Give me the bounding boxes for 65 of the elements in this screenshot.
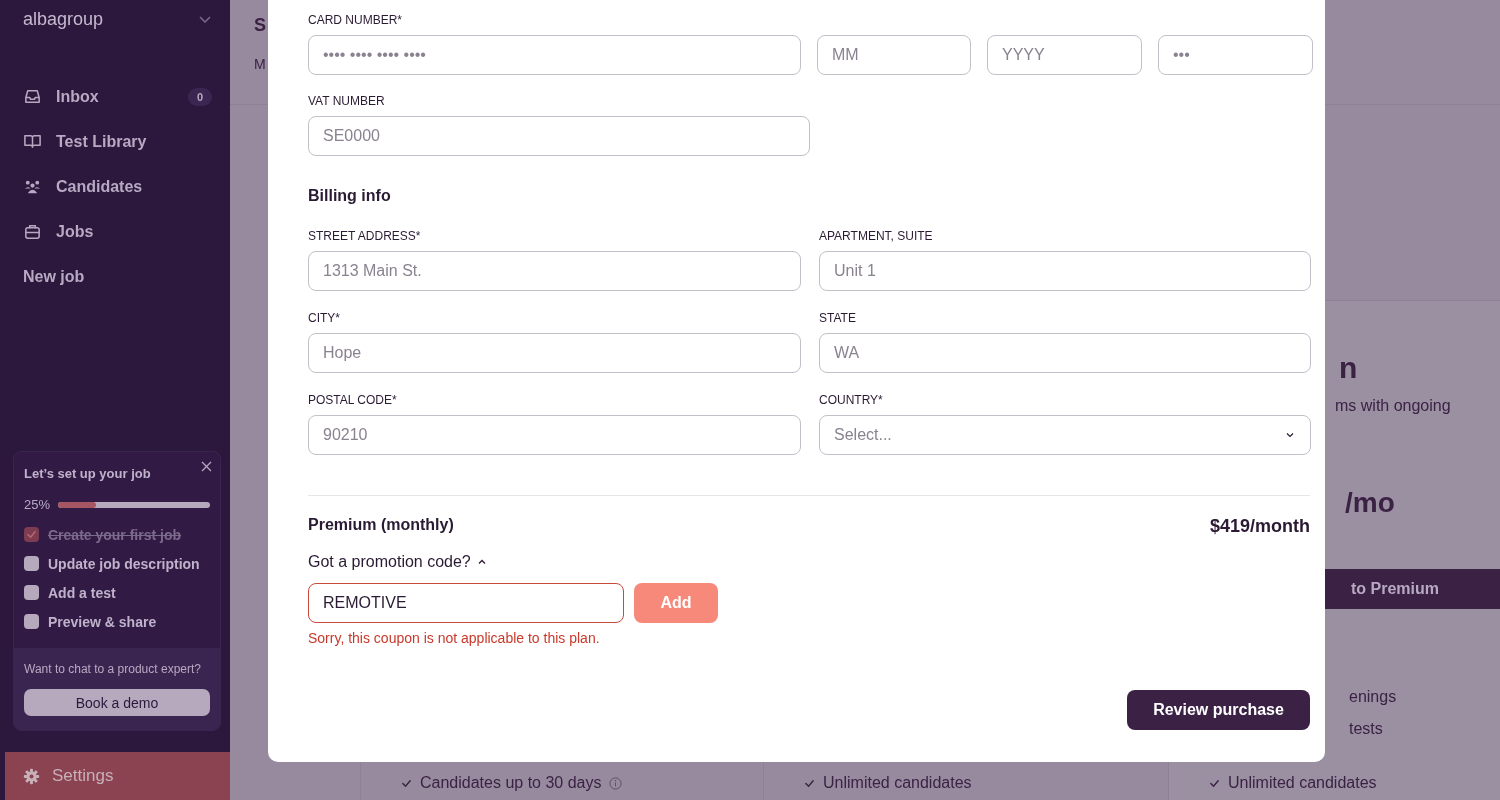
close-icon[interactable]: [201, 461, 212, 472]
nav-item[interactable]: Inbox 0: [0, 74, 230, 119]
check-icon: [26, 529, 37, 540]
nav-item[interactable]: Jobs: [0, 209, 230, 254]
error-message: Sorry, this coupon is not applicable to this plan.: [308, 630, 601, 646]
checkbox[interactable]: [24, 556, 39, 571]
field-label: STATE: [819, 311, 857, 325]
task-label: Update job description: [48, 555, 200, 572]
field-label: CITY*: [308, 311, 341, 325]
input-field[interactable]: MM: [817, 35, 971, 75]
field-label: VAT NUMBER: [308, 94, 386, 108]
upgrade-button[interactable]: to Premium: [1324, 569, 1500, 609]
gear-icon: [23, 767, 40, 785]
workspace-name[interactable]: albagroup: [23, 8, 104, 30]
input-field[interactable]: 1313 Main St.: [308, 251, 801, 291]
checkbox[interactable]: [24, 614, 39, 629]
plan-description: ms with ongoing: [1335, 397, 1452, 415]
caret-up-icon: [476, 557, 487, 567]
checkbox[interactable]: [24, 585, 39, 600]
briefcase-icon: [23, 222, 42, 241]
plan-feature: Unlimited candidates: [1228, 774, 1377, 792]
field-label: CARD NUMBER*: [308, 13, 403, 27]
review-purchase-button[interactable]: Review purchase: [1127, 690, 1310, 730]
section-title: Billing info: [308, 187, 392, 205]
task-label: Preview & share: [48, 613, 157, 630]
plan-feature: Unlimited candidates: [823, 774, 972, 792]
input-field[interactable]: 90210: [308, 415, 801, 455]
plan-name: Premium (monthly): [308, 515, 454, 534]
progress-percent: 25%: [24, 497, 51, 512]
nav-item[interactable]: New job: [0, 254, 230, 299]
country-select[interactable]: Select...: [819, 415, 1311, 455]
input-field[interactable]: WA: [819, 333, 1311, 373]
input-field[interactable]: •••: [1158, 35, 1313, 75]
plan-feature: enings: [1349, 688, 1398, 706]
input-field[interactable]: YYYY: [987, 35, 1142, 75]
task-label: Add a test: [48, 584, 116, 601]
input-field[interactable]: Unit 1: [819, 251, 1311, 291]
count-badge: 0: [187, 87, 212, 106]
setup-title: Let’s set up your job: [24, 466, 152, 481]
input-field[interactable]: SE0000: [308, 116, 810, 156]
inbox-icon: [23, 87, 42, 106]
page-title: S: [254, 15, 266, 36]
page-tab[interactable]: M: [254, 56, 266, 72]
check-icon: [1209, 777, 1220, 789]
plan-price: $419/month: [1209, 516, 1310, 537]
input-field[interactable]: Hope: [308, 333, 801, 373]
plan-feature: tests: [1349, 720, 1384, 738]
plan-heading: n: [1339, 351, 1359, 385]
check-icon: [804, 777, 815, 789]
plan-price: /mo: [1345, 487, 1396, 519]
field-label: POSTAL CODE*: [308, 393, 398, 407]
promo-toggle[interactable]: Got a promotion code?: [308, 553, 487, 571]
nav-item[interactable]: Candidates: [0, 164, 230, 209]
task-label: Create your first job: [48, 526, 182, 543]
check-icon: [401, 777, 412, 789]
nav-item[interactable]: Test Library: [0, 119, 230, 164]
input-field[interactable]: •••• •••• •••• ••••: [308, 35, 801, 75]
checkbox[interactable]: [24, 527, 39, 542]
field-label: STREET ADDRESS*: [308, 229, 422, 243]
field-label: COUNTRY*: [819, 393, 884, 407]
book-demo-button[interactable]: Book a demo: [24, 689, 210, 716]
field-label: APARTMENT, SUITE: [819, 229, 934, 243]
chat-prompt: Want to chat to a product expert?: [24, 662, 202, 676]
book-icon: [23, 132, 42, 151]
plan-feature: Candidates up to 30 days: [420, 774, 602, 792]
